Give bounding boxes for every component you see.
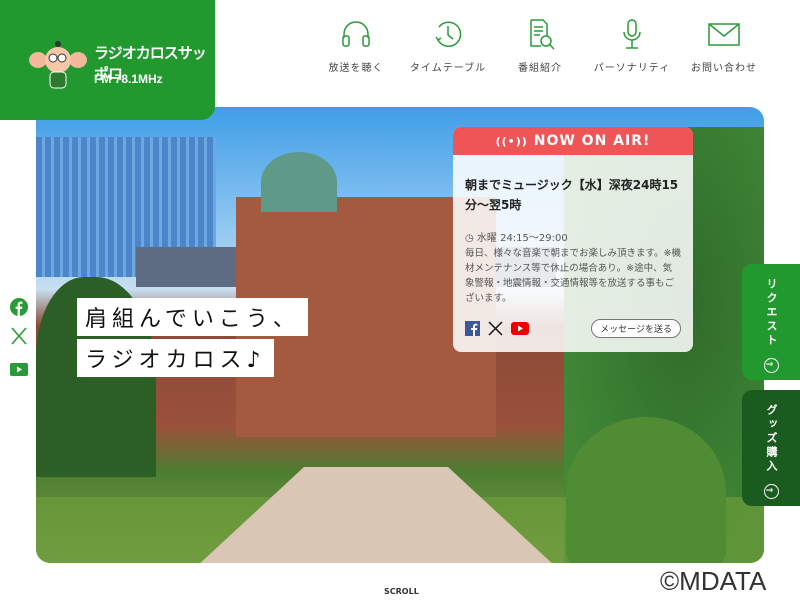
arrow-right-icon: → [763, 358, 779, 373]
facebook-icon[interactable] [465, 321, 480, 336]
nav-contact[interactable]: お問い合わせ [678, 18, 770, 75]
nav-listen[interactable]: 放送を聴く [310, 18, 402, 75]
clock-icon [435, 21, 462, 47]
nav-label: タイムテーブル [409, 63, 487, 74]
program-description: 毎日、様々な音楽で朝までお楽しみ頂きます。※機材メンテナンス等で休止の場合あり。… [465, 248, 682, 304]
program-time: ◷ 水曜 24:15～29:00 [465, 233, 568, 244]
nav-label: 放送を聴く [328, 63, 384, 74]
now-on-air-panel: ((•)) NOW ON AIR! 朝までミュージック【水】深夜24時15分～翌5… [453, 127, 693, 352]
document-search-icon [530, 19, 555, 50]
hero-catchphrase-1: 肩組んでいこう、 [77, 298, 308, 336]
wifi-icon: ((•)) [495, 135, 528, 148]
nav-programs[interactable]: 番組紹介 [494, 18, 586, 75]
nav-timetable[interactable]: タイムテーブル [402, 18, 494, 75]
microphone-icon [623, 19, 641, 49]
x-icon[interactable] [10, 327, 28, 349]
hero-catchphrase-2: ラジオカロス♪ [77, 339, 274, 377]
nav-label: 番組紹介 [518, 63, 562, 74]
program-title[interactable]: 朝までミュージック【水】深夜24時15分～翌5時 [465, 175, 681, 215]
logo-frequency: FM 78.1MHz [94, 72, 163, 86]
youtube-icon[interactable] [511, 322, 529, 335]
arrow-right-icon: → [763, 484, 779, 499]
logo[interactable]: ラジオカロスサッポロ FM 78.1MHz [0, 0, 215, 120]
watermark: ©MDATA [660, 566, 767, 596]
nav-label: お問い合わせ [691, 63, 757, 74]
mascot-logo-icon [29, 41, 87, 89]
main-nav: 放送を聴く タイムテーブル 番組紹介 パーソナリティ お問い合わせ [310, 18, 770, 75]
nav-label: パーソナリティ [593, 63, 671, 74]
youtube-icon[interactable] [10, 361, 28, 380]
goods-purchase-button[interactable]: グッズ購入 → [742, 390, 800, 506]
send-message-button[interactable]: メッセージを送る [591, 319, 681, 338]
nav-personality[interactable]: パーソナリティ [586, 18, 678, 75]
headphones-icon [342, 21, 370, 47]
mail-icon [708, 23, 740, 46]
clock-icon: ◷ [465, 233, 477, 244]
scroll-indicator[interactable]: SCROLL [384, 587, 419, 596]
facebook-icon[interactable] [10, 298, 28, 320]
x-icon[interactable] [488, 321, 503, 336]
now-on-air-header: ((•)) NOW ON AIR! [453, 127, 693, 155]
request-button[interactable]: リクエスト → [742, 264, 800, 380]
